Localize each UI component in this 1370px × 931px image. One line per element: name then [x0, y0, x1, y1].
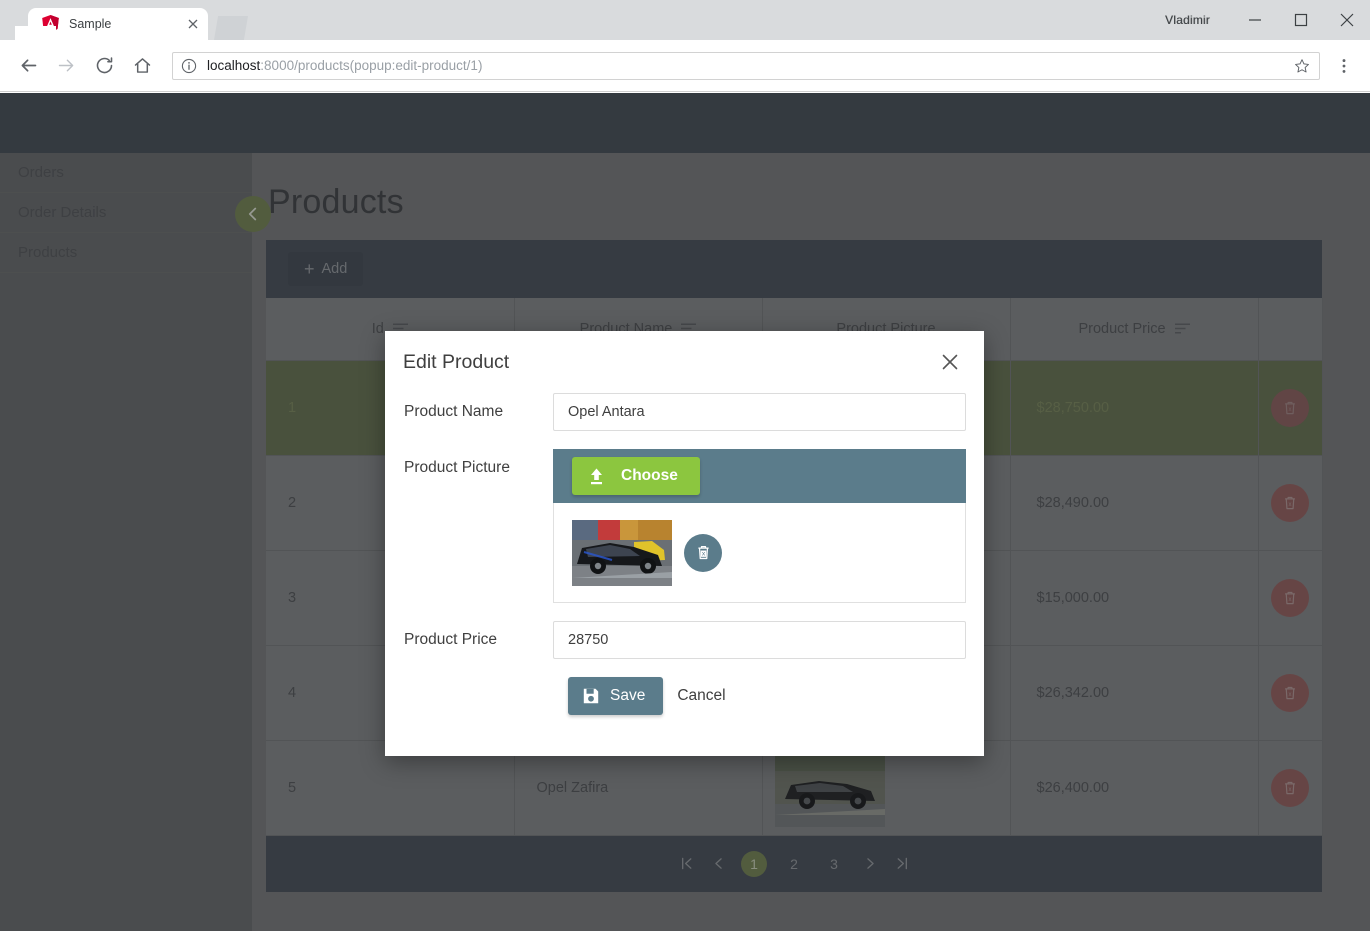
page-viewport: Orders Order Details Products Products +… [0, 93, 1370, 931]
edit-product-dialog: Edit Product Product Name Product Pictur… [385, 331, 984, 756]
uploader-toolbar: Choose [553, 449, 966, 503]
dialog-header: Edit Product [385, 331, 984, 393]
field-product-price: Product Price [403, 621, 966, 659]
tab-close-icon[interactable] [184, 15, 202, 33]
info-icon[interactable] [181, 58, 197, 74]
minimize-button[interactable] [1232, 0, 1278, 40]
uploaded-image-thumbnail [572, 519, 672, 586]
product-name-label: Product Name [404, 403, 504, 420]
uploader-preview-area: xx [553, 503, 966, 603]
field-product-name: Product Name [403, 393, 966, 431]
url-host: localhost [207, 58, 261, 73]
dialog-body: Product Name Product Picture Choose [385, 393, 984, 715]
browser-tab[interactable]: Sample [28, 8, 208, 40]
file-uploader: Choose x [553, 449, 966, 603]
browser-window: Sample Vladimir localhost:8000/products(… [0, 0, 1370, 931]
maximize-button[interactable] [1278, 0, 1324, 40]
address-bar[interactable]: localhost:8000/products(popup:edit-produ… [172, 51, 1320, 80]
url-path: :8000/products(popup:edit-product/1) [260, 58, 483, 73]
save-button[interactable]: Save [568, 677, 664, 715]
forward-arrow-icon [50, 50, 82, 82]
browser-toolbar: localhost:8000/products(popup:edit-produ… [0, 40, 1370, 92]
angular-logo-icon [42, 15, 59, 33]
upload-arrow-icon [588, 467, 605, 485]
new-tab-button[interactable] [214, 16, 248, 40]
product-price-label: Product Price [404, 631, 498, 648]
product-price-input[interactable] [553, 621, 966, 659]
kebab-menu-icon[interactable] [1330, 52, 1358, 80]
tab-title: Sample [69, 17, 112, 31]
back-arrow-icon[interactable] [12, 50, 44, 82]
floppy-save-icon [582, 687, 600, 705]
cancel-button[interactable]: Cancel [677, 687, 725, 705]
save-button-label: Save [610, 687, 646, 704]
remove-image-button[interactable]: xx [684, 533, 722, 572]
reload-icon[interactable] [88, 50, 120, 82]
star-icon[interactable] [1293, 57, 1311, 75]
field-product-picture: Product Picture Choose x [403, 449, 966, 603]
browser-titlebar: Sample Vladimir [0, 0, 1370, 40]
product-name-input[interactable] [553, 393, 966, 431]
home-icon[interactable] [126, 50, 158, 82]
close-icon[interactable] [938, 350, 962, 374]
choose-file-button[interactable]: Choose [572, 457, 700, 495]
window-close-button[interactable] [1324, 0, 1370, 40]
choose-file-label: Choose [621, 467, 678, 484]
dialog-actions: Save Cancel [403, 677, 966, 715]
window-controls: Vladimir [1165, 0, 1370, 40]
product-picture-label: Product Picture [404, 459, 510, 476]
dialog-title: Edit Product [403, 350, 510, 373]
profile-name[interactable]: Vladimir [1165, 13, 1210, 27]
url-text: localhost:8000/products(popup:edit-produ… [207, 58, 482, 73]
